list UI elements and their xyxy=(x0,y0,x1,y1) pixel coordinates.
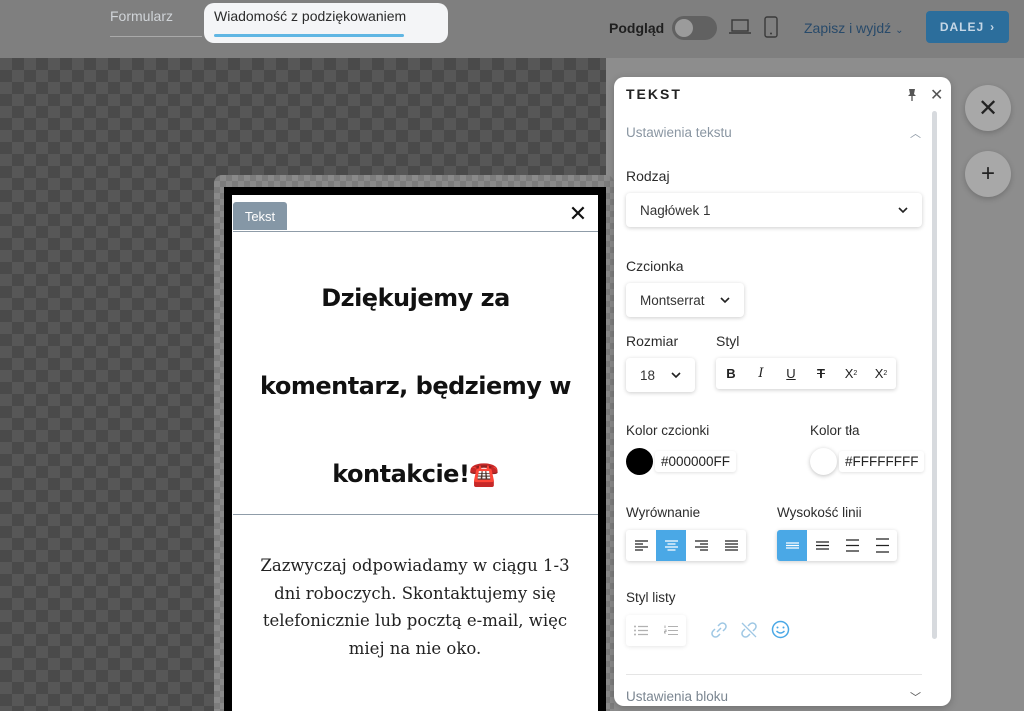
text-settings-panel: TEKST ✕ Ustawienia tekstu ︿ Rodzaj Nagłó… xyxy=(614,77,951,706)
toggle-knob xyxy=(675,19,693,37)
bg-color-label: Kolor tła xyxy=(810,423,860,438)
font-value: Montserrat xyxy=(640,292,705,308)
panel-title: TEKST xyxy=(626,86,682,102)
bg-color-swatch[interactable] xyxy=(810,448,837,475)
section-divider xyxy=(626,674,922,675)
block-tag[interactable]: Tekst xyxy=(233,202,287,230)
align-justify-icon[interactable] xyxy=(716,530,746,561)
bullet-list-icon[interactable] xyxy=(626,615,656,646)
next-label: DALEJ xyxy=(939,20,985,34)
close-icon[interactable]: ✕ xyxy=(930,85,943,105)
line-height-normal-icon[interactable] xyxy=(807,530,837,561)
size-label: Rozmiar xyxy=(626,333,679,349)
text-style-buttons: B I U T X2 X2 xyxy=(716,358,896,389)
bold-icon[interactable]: B xyxy=(716,358,746,389)
next-button[interactable]: DALEJ › xyxy=(926,11,1009,43)
chevron-up-icon[interactable]: ︿ xyxy=(910,125,921,141)
body-text[interactable]: Zazwyczaj odpowiadamy w ciągu 1-3 dni ro… xyxy=(250,552,580,662)
numbered-list-icon[interactable] xyxy=(656,615,686,646)
chevron-down-icon xyxy=(720,296,730,303)
heading-line: kontakcie!☎️ xyxy=(332,460,499,488)
tab-active-indicator xyxy=(214,34,404,37)
chevron-down-icon xyxy=(898,206,908,213)
panel-scrollbar[interactable] xyxy=(932,111,937,639)
tab-form[interactable]: Formularz xyxy=(110,8,202,37)
link-icon[interactable] xyxy=(710,621,728,639)
align-center-icon[interactable] xyxy=(656,530,686,561)
align-right-icon[interactable] xyxy=(686,530,716,561)
underline-icon[interactable]: U xyxy=(776,358,806,389)
text-settings-section[interactable]: Ustawienia tekstu xyxy=(626,125,732,140)
list-style-label: Styl listy xyxy=(626,590,676,605)
plus-icon: + xyxy=(980,160,995,187)
alignment-buttons xyxy=(626,530,746,561)
type-select[interactable]: Nagłówek 1 xyxy=(626,193,922,227)
unlink-icon[interactable] xyxy=(740,621,758,639)
superscript-icon[interactable]: X2 xyxy=(866,358,896,389)
save-and-exit-button[interactable]: Zapisz i wyjdź ⌄ xyxy=(804,20,904,36)
font-select[interactable]: Montserrat xyxy=(626,283,744,317)
chevron-down-icon: ⌄ xyxy=(895,25,904,36)
list-style-buttons xyxy=(626,615,686,646)
type-value: Nagłówek 1 xyxy=(640,202,711,218)
heading-block[interactable]: Dziękujemy za komentarz, będziemy w kont… xyxy=(233,231,598,515)
font-label: Czcionka xyxy=(626,258,684,274)
top-bar: Formularz Wiadomość z podziękowaniem Pod… xyxy=(0,0,1024,58)
line-height-loose-icon[interactable] xyxy=(867,530,897,561)
phone-icon[interactable] xyxy=(764,16,778,38)
tab-thank-you-label: Wiadomość z podziękowaniem xyxy=(214,8,407,24)
save-and-exit-label: Zapisz i wyjdź xyxy=(804,20,892,36)
size-value: 18 xyxy=(640,367,656,383)
font-color-value[interactable]: #000000FF xyxy=(655,451,737,472)
chevron-down-icon xyxy=(671,371,681,378)
preview-label: Podgląd xyxy=(609,20,665,36)
laptop-icon[interactable] xyxy=(729,18,751,36)
style-label: Styl xyxy=(716,333,740,349)
chevron-down-icon[interactable]: ﹀ xyxy=(910,689,921,705)
font-color-swatch[interactable] xyxy=(626,448,653,475)
subscript-icon[interactable]: X2 xyxy=(836,358,866,389)
chevron-right-icon: › xyxy=(990,20,996,34)
preview-toggle[interactable] xyxy=(672,16,717,40)
alignment-label: Wyrównanie xyxy=(626,505,701,520)
tab-thank-you-message[interactable]: Wiadomość z podziękowaniem xyxy=(204,3,448,43)
line-height-relaxed-icon[interactable] xyxy=(837,530,867,561)
close-icon[interactable]: ✕ xyxy=(568,203,588,225)
line-height-buttons xyxy=(777,530,897,561)
type-label: Rodzaj xyxy=(626,168,670,184)
italic-icon[interactable]: I xyxy=(746,358,776,389)
strikethrough-icon[interactable]: T xyxy=(806,358,836,389)
emoji-icon[interactable] xyxy=(771,620,790,639)
close-icon: ✕ xyxy=(977,94,999,122)
line-height-compact-icon[interactable] xyxy=(777,530,807,561)
heading-line: komentarz, będziemy w xyxy=(260,372,571,400)
heading-line: Dziękujemy za xyxy=(321,284,510,312)
align-left-icon[interactable] xyxy=(626,530,656,561)
add-block-button[interactable]: + xyxy=(965,151,1011,197)
bg-color-value[interactable]: #FFFFFFFF xyxy=(839,451,925,472)
line-height-label: Wysokość linii xyxy=(777,505,862,520)
close-panel-button[interactable]: ✕ xyxy=(965,85,1011,131)
pin-icon[interactable] xyxy=(906,88,918,102)
font-color-label: Kolor czcionki xyxy=(626,423,710,438)
size-select[interactable]: 18 xyxy=(626,358,695,392)
block-settings-section[interactable]: Ustawienia bloku xyxy=(626,689,728,704)
